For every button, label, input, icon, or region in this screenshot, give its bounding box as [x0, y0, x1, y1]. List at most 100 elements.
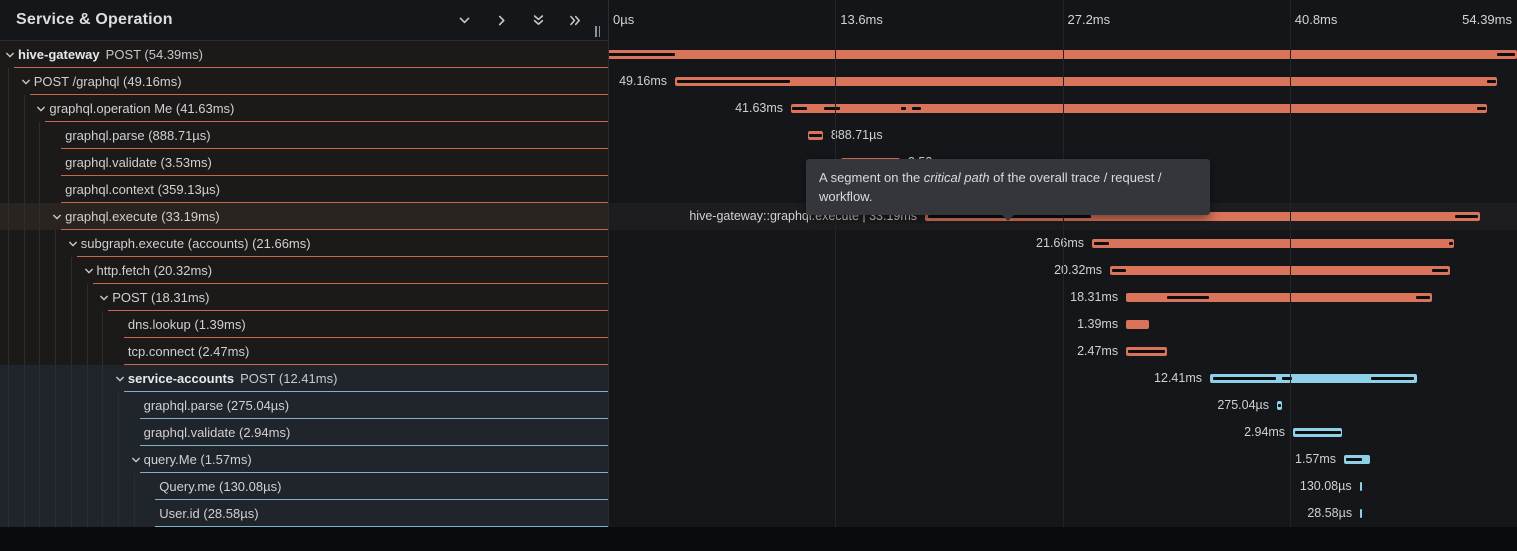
- span-row[interactable]: Query.me (130.08µs)130.08µs: [0, 473, 1517, 500]
- chevron-down-icon[interactable]: [83, 264, 95, 276]
- service-name: hive-gateway: [18, 47, 100, 62]
- span-label: dns.lookup (1.39ms): [128, 311, 246, 337]
- span-name-cell[interactable]: service-accountsPOST (12.41ms): [0, 365, 608, 392]
- span-row[interactable]: tcp.connect (2.47ms) 2.47ms: [0, 338, 1517, 365]
- span-label: graphql.operation Me (41.63ms): [49, 95, 234, 121]
- span-timeline-cell: 18.31ms: [608, 284, 1517, 311]
- span-name-cell[interactable]: graphql.parse (888.71µs): [0, 122, 608, 149]
- span-row[interactable]: service-accountsPOST (12.41ms)12.41ms: [0, 365, 1517, 392]
- span-bar[interactable]: [1092, 239, 1454, 248]
- span-timeline-cell: 28.58µs: [608, 500, 1517, 527]
- span-name-cell[interactable]: dns.lookup (1.39ms): [0, 311, 608, 338]
- span-row[interactable]: dns.lookup (1.39ms) 1.39ms: [0, 311, 1517, 338]
- tooltip-emphasis: critical path: [924, 170, 990, 185]
- span-row[interactable]: graphql.validate (2.94ms) 2.94ms: [0, 419, 1517, 446]
- span-name-cell[interactable]: graphql.validate (3.53ms): [0, 149, 608, 176]
- trace-header: Service & Operation: [0, 0, 1517, 41]
- span-row[interactable]: graphql.parse (888.71µs)888.71µs: [0, 122, 1517, 149]
- timeline-axis: 0µs13.6ms27.2ms40.8ms54.39ms: [608, 0, 1517, 41]
- span-bar[interactable]: [1126, 347, 1167, 356]
- span-label: graphql.context (359.13µs): [65, 176, 220, 202]
- span-name-cell[interactable]: graphql.context (359.13µs): [0, 176, 608, 203]
- trace-viewer: Service & Operation: [0, 0, 1517, 551]
- span-name-cell[interactable]: http.fetch (20.32ms): [0, 257, 608, 284]
- span-bar[interactable]: [1126, 320, 1149, 329]
- span-duration-label: 275.04µs: [1217, 392, 1269, 419]
- span-name-cell[interactable]: graphql.validate (2.94ms): [0, 419, 608, 446]
- panel-resize-handle[interactable]: [595, 26, 605, 38]
- chevron-down-icon[interactable]: [453, 9, 475, 31]
- span-label: POST (18.31ms): [112, 284, 209, 310]
- span-bar[interactable]: [1360, 509, 1362, 518]
- span-row[interactable]: http.fetch (20.32ms) 20.32ms: [0, 257, 1517, 284]
- span-duration-label: 1.57ms: [1295, 446, 1336, 473]
- span-bar[interactable]: [1277, 401, 1282, 410]
- span-label: graphql.validate (2.94ms): [144, 419, 291, 445]
- critical-path-tooltip: A segment on the critical path of the ov…: [806, 159, 1210, 215]
- span-duration-label: 20.32ms: [1054, 257, 1102, 284]
- axis-tick-label: 0µs: [613, 12, 634, 27]
- span-bar[interactable]: [608, 50, 1517, 59]
- span-name-cell[interactable]: POST /graphql (49.16ms): [0, 68, 608, 95]
- span-row[interactable]: graphql.execute (33.19ms)hive-gateway::g…: [0, 203, 1517, 230]
- span-bar[interactable]: [1210, 374, 1417, 383]
- span-row[interactable]: query.Me (1.57ms) 1.57ms: [0, 446, 1517, 473]
- span-bar[interactable]: [808, 131, 823, 140]
- chevron-down-icon[interactable]: [130, 453, 142, 465]
- span-duration-label: 49.16ms: [619, 68, 667, 95]
- span-bar[interactable]: [1360, 482, 1362, 491]
- span-row[interactable]: hive-gatewayPOST (54.39ms): [0, 41, 1517, 68]
- span-duration-label: 2.47ms: [1077, 338, 1118, 365]
- double-chevron-down-icon[interactable]: [527, 9, 549, 31]
- span-row[interactable]: graphql.operation Me (41.63ms) 41.63ms: [0, 95, 1517, 122]
- chevron-down-icon[interactable]: [20, 75, 32, 87]
- span-label: graphql.parse (275.04µs): [144, 392, 290, 418]
- span-timeline-cell: 1.57ms: [608, 446, 1517, 473]
- span-name-cell[interactable]: Query.me (130.08µs): [0, 473, 608, 500]
- span-bar[interactable]: [1344, 455, 1370, 464]
- span-name-cell[interactable]: graphql.operation Me (41.63ms): [0, 95, 608, 122]
- span-bar[interactable]: [1110, 266, 1450, 275]
- span-row[interactable]: POST (18.31ms) 18.31ms: [0, 284, 1517, 311]
- span-row[interactable]: graphql.parse (275.04µs) 275.04µs: [0, 392, 1517, 419]
- span-bar[interactable]: [791, 104, 1487, 113]
- span-bar[interactable]: [1126, 293, 1432, 302]
- span-row[interactable]: POST /graphql (49.16ms) 49.16ms: [0, 68, 1517, 95]
- span-label: graphql.validate (3.53ms): [65, 149, 212, 175]
- chevron-down-icon[interactable]: [35, 102, 47, 114]
- span-row[interactable]: subgraph.execute (accounts) (21.66ms) 21.…: [0, 230, 1517, 257]
- span-label: POST /graphql (49.16ms): [34, 68, 182, 94]
- double-chevron-right-icon[interactable]: [564, 9, 586, 31]
- span-row[interactable]: graphql.context (359.13µs)359.13µs: [0, 176, 1517, 203]
- span-name-cell[interactable]: tcp.connect (2.47ms): [0, 338, 608, 365]
- chevron-right-icon[interactable]: [490, 9, 512, 31]
- span-name-cell[interactable]: User.id (28.58µs): [0, 500, 608, 527]
- span-name-cell[interactable]: subgraph.execute (accounts) (21.66ms): [0, 230, 608, 257]
- span-name-cell[interactable]: query.Me (1.57ms): [0, 446, 608, 473]
- span-name-cell[interactable]: POST (18.31ms): [0, 284, 608, 311]
- span-timeline-cell: 1.39ms: [608, 311, 1517, 338]
- span-timeline-cell: 2.94ms: [608, 419, 1517, 446]
- span-bar[interactable]: [675, 77, 1497, 86]
- span-row[interactable]: User.id (28.58µs)28.58µs: [0, 500, 1517, 527]
- span-name-cell[interactable]: hive-gatewayPOST (54.39ms): [0, 41, 608, 68]
- span-name-cell[interactable]: graphql.parse (275.04µs): [0, 392, 608, 419]
- span-timeline-cell: 21.66ms: [608, 230, 1517, 257]
- span-name-cell[interactable]: graphql.execute (33.19ms): [0, 203, 608, 230]
- chevron-down-icon[interactable]: [114, 372, 126, 384]
- chevron-down-icon[interactable]: [51, 210, 63, 222]
- chevron-down-icon[interactable]: [98, 291, 110, 303]
- chevron-down-icon[interactable]: [4, 48, 16, 60]
- span-duration-label: 21.66ms: [1036, 230, 1084, 257]
- span-duration-label: 2.94ms: [1244, 419, 1285, 446]
- span-timeline-cell: 888.71µs: [608, 122, 1517, 149]
- span-duration-label: 1.39ms: [1077, 311, 1118, 338]
- span-row[interactable]: graphql.validate (3.53ms)3.53ms: [0, 149, 1517, 176]
- span-bar[interactable]: [1293, 428, 1342, 437]
- axis-tick-label: 27.2ms: [1068, 12, 1111, 27]
- axis-tick-label: 13.6ms: [840, 12, 883, 27]
- chevron-down-icon[interactable]: [67, 237, 79, 249]
- span-label: subgraph.execute (accounts) (21.66ms): [81, 230, 311, 256]
- span-timeline-cell: 41.63ms: [608, 95, 1517, 122]
- span-label: http.fetch (20.32ms): [97, 257, 213, 283]
